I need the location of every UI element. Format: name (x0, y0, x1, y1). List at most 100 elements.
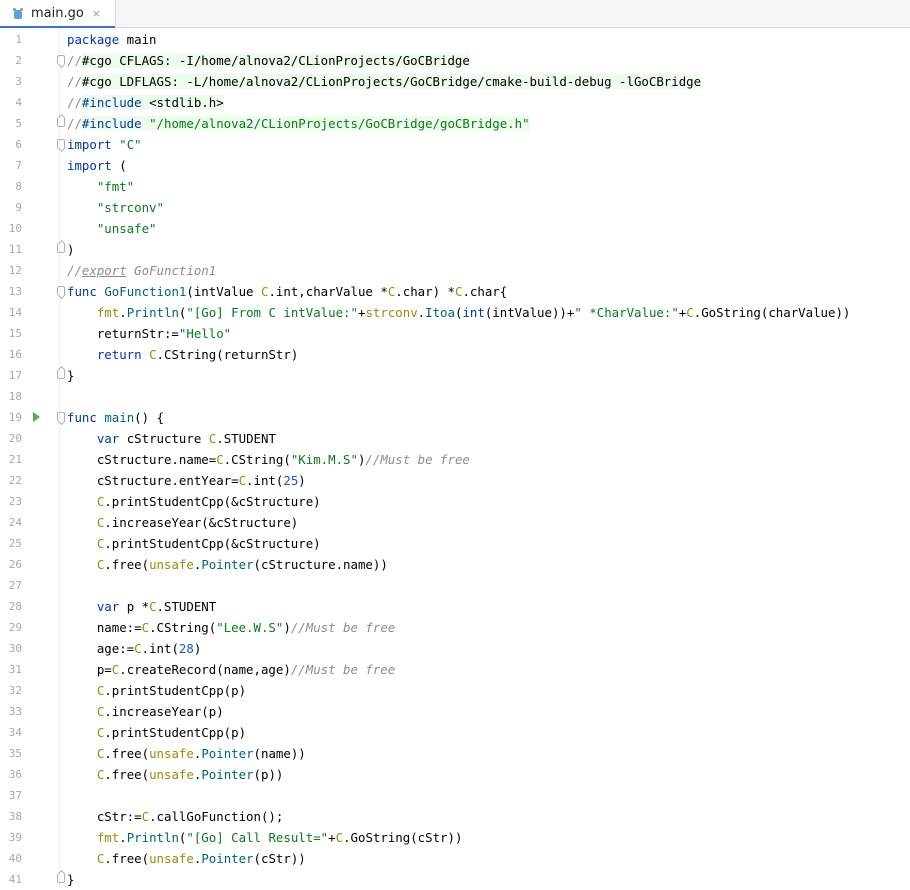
line-number[interactable]: 5 (0, 113, 22, 134)
fold-end-icon[interactable] (57, 874, 65, 883)
fold-start-icon[interactable] (57, 286, 65, 295)
line-number[interactable]: 1 (0, 29, 22, 50)
fold-start-icon[interactable] (57, 139, 65, 148)
code-text[interactable]: var p *C.STUDENT (67, 596, 216, 617)
code-line: 4 //#include <stdlib.h> (0, 92, 910, 113)
code-text[interactable]: //#include "/home/alnova2/CLionProjects/… (67, 113, 530, 134)
code-line: 30 age:=C.int(28) (0, 638, 910, 659)
line-number[interactable]: 24 (0, 512, 22, 533)
code-text[interactable]: cStructure.name=C.CString("Kim.M.S")//Mu… (67, 449, 470, 470)
code-text[interactable]: "unsafe" (67, 218, 157, 239)
line-number[interactable]: 33 (0, 701, 22, 722)
code-text[interactable]: C.increaseYear(p) (67, 701, 224, 722)
code-text[interactable]: name:=C.CString("Lee.W.S")//Must be free (67, 617, 395, 638)
line-number[interactable]: 40 (0, 848, 22, 869)
code-text[interactable]: import ( (67, 155, 127, 176)
code-text[interactable]: C.printStudentCpp(p) (67, 680, 246, 701)
code-text[interactable]: package main (67, 29, 157, 50)
code-text[interactable]: "strconv" (67, 197, 164, 218)
code-text[interactable]: func GoFunction1(intValue C.int,charValu… (67, 281, 507, 302)
code-line: 8 "fmt" (0, 176, 910, 197)
code-token: C (686, 305, 694, 320)
code-text[interactable]: var cStructure C.STUDENT (67, 428, 276, 449)
line-number[interactable]: 13 (0, 281, 22, 302)
line-number[interactable]: 31 (0, 659, 22, 680)
line-number[interactable]: 17 (0, 365, 22, 386)
code-text[interactable]: //#include <stdlib.h> (67, 92, 224, 113)
code-text[interactable]: import "C" (67, 134, 142, 155)
line-number[interactable]: 27 (0, 575, 22, 596)
line-number[interactable]: 11 (0, 239, 22, 260)
line-number[interactable]: 32 (0, 680, 22, 701)
line-number[interactable]: 14 (0, 302, 22, 323)
code-text[interactable]: fmt.Println("[Go] Call Result="+C.GoStri… (67, 827, 463, 848)
code-text[interactable]: } (67, 869, 74, 890)
line-number[interactable]: 12 (0, 260, 22, 281)
code-text[interactable]: //#cgo LDFLAGS: -L/home/alnova2/CLionPro… (67, 71, 702, 92)
code-text[interactable]: "fmt" (67, 176, 134, 197)
line-number[interactable]: 37 (0, 785, 22, 806)
code-text[interactable]: //#cgo CFLAGS: -I/home/alnova2/CLionProj… (67, 50, 470, 71)
close-icon[interactable]: × (92, 7, 101, 20)
fold-end-icon[interactable] (57, 118, 65, 127)
line-number[interactable]: 36 (0, 764, 22, 785)
line-number[interactable]: 19 (0, 407, 22, 428)
code-text[interactable]: C.free(unsafe.Pointer(name)) (67, 743, 306, 764)
fold-end-icon[interactable] (57, 244, 65, 253)
line-number[interactable]: 38 (0, 806, 22, 827)
line-number[interactable]: 7 (0, 155, 22, 176)
run-icon[interactable] (33, 412, 40, 422)
line-number[interactable]: 16 (0, 344, 22, 365)
code-line: 37 (0, 785, 910, 806)
code-token: Println (126, 305, 179, 320)
code-text[interactable]: func main() { (67, 407, 164, 428)
code-text[interactable]: fmt.Println("[Go] From C intValue:"+strc… (67, 302, 851, 323)
line-number[interactable]: 4 (0, 92, 22, 113)
code-text[interactable]: ) (67, 239, 74, 260)
line-number[interactable]: 8 (0, 176, 22, 197)
code-editor[interactable]: 1 package main 2 //#cgo CFLAGS: -I/home/aln… (0, 28, 910, 887)
line-number[interactable]: 9 (0, 197, 22, 218)
code-text[interactable]: C.free(unsafe.Pointer(p)) (67, 764, 284, 785)
code-text[interactable]: p=C.createRecord(name,age)//Must be free (67, 659, 395, 680)
code-text[interactable]: //export GoFunction1 (67, 260, 216, 281)
code-text[interactable]: C.free(unsafe.Pointer(cStr)) (67, 848, 306, 869)
line-number[interactable]: 6 (0, 134, 22, 155)
line-number[interactable]: 15 (0, 323, 22, 344)
line-number[interactable]: 20 (0, 428, 22, 449)
code-text[interactable]: cStr:=C.callGoFunction(); (67, 806, 284, 827)
code-token: func (67, 410, 97, 425)
code-text[interactable]: C.printStudentCpp(p) (67, 722, 246, 743)
code-text[interactable]: } (67, 365, 74, 386)
code-text[interactable]: return C.CString(returnStr) (67, 344, 298, 365)
code-token: .char{ (462, 284, 508, 299)
line-number[interactable]: 26 (0, 554, 22, 575)
fold-start-icon[interactable] (57, 55, 65, 64)
line-number[interactable]: 2 (0, 50, 22, 71)
line-number[interactable]: 22 (0, 470, 22, 491)
code-text[interactable]: age:=C.int(28) (67, 638, 201, 659)
line-number[interactable]: 18 (0, 386, 22, 407)
line-number[interactable]: 28 (0, 596, 22, 617)
line-number[interactable]: 41 (0, 869, 22, 890)
code-text[interactable]: C.increaseYear(&cStructure) (67, 512, 298, 533)
fold-end-icon[interactable] (57, 370, 65, 379)
line-number[interactable]: 30 (0, 638, 22, 659)
code-text[interactable]: returnStr:="Hello" (67, 323, 231, 344)
line-number[interactable]: 29 (0, 617, 22, 638)
line-number[interactable]: 39 (0, 827, 22, 848)
line-number[interactable]: 34 (0, 722, 22, 743)
tab-main-go[interactable]: main.go × (0, 0, 117, 28)
code-text[interactable]: C.printStudentCpp(&cStructure) (67, 533, 321, 554)
line-number[interactable]: 3 (0, 71, 22, 92)
code-text[interactable]: C.free(unsafe.Pointer(cStructure.name)) (67, 554, 388, 575)
line-number[interactable]: 10 (0, 218, 22, 239)
fold-start-icon[interactable] (57, 412, 65, 421)
code-text[interactable]: cStructure.entYear=C.int(25) (67, 470, 306, 491)
line-number[interactable]: 35 (0, 743, 22, 764)
line-number[interactable]: 25 (0, 533, 22, 554)
code-line: 19 func main() { (0, 407, 910, 428)
code-text[interactable]: C.printStudentCpp(&cStructure) (67, 491, 321, 512)
line-number[interactable]: 23 (0, 491, 22, 512)
line-number[interactable]: 21 (0, 449, 22, 470)
